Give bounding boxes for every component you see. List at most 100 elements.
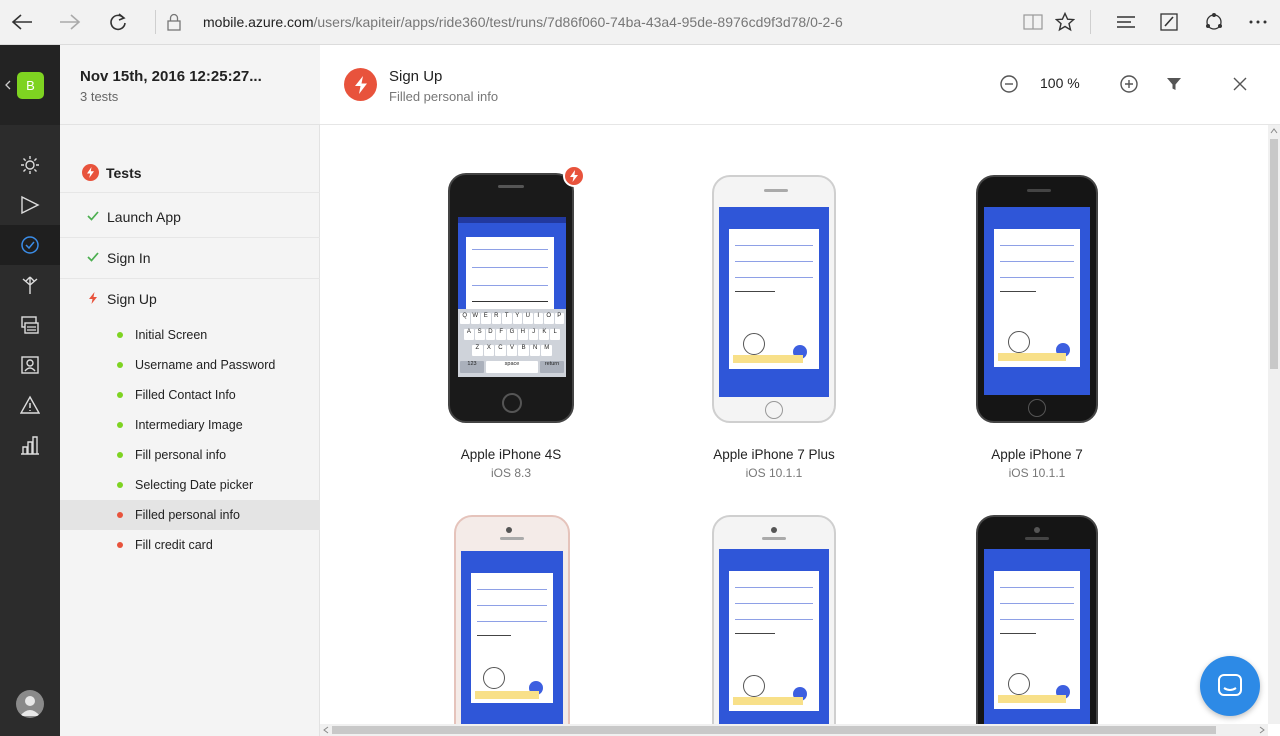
device-card-iphone-7[interactable]: Apple iPhone 7 iOS 10.1.1: [937, 173, 1137, 483]
device-frame: [976, 515, 1098, 724]
filter-icon[interactable]: [1163, 73, 1185, 95]
close-icon[interactable]: [1229, 73, 1251, 95]
run-title: Nov 15th, 2016 12:25:27...: [80, 68, 262, 85]
data-icon[interactable]: [0, 305, 60, 345]
device-frame: [712, 175, 836, 423]
step-row[interactable]: Initial Screen: [60, 320, 320, 350]
device-frame: [976, 175, 1098, 423]
status-dot: [117, 392, 123, 398]
test-label: Sign In: [107, 250, 151, 266]
horizontal-scroll-thumb[interactable]: [332, 726, 1216, 734]
address-bar[interactable]: mobile.azure.com/users/kapiteir/apps/rid…: [203, 14, 843, 30]
distribute-icon[interactable]: [0, 185, 60, 225]
run-subtitle: 3 tests: [80, 89, 119, 104]
status-dot: [117, 482, 123, 488]
device-name: Apple iPhone 7: [991, 447, 1083, 462]
zoom-level: 100 %: [1040, 75, 1080, 91]
tests-heading[interactable]: Tests: [60, 153, 320, 193]
device-card[interactable]: [937, 515, 1137, 724]
vertical-scroll-thumb[interactable]: [1270, 139, 1278, 369]
step-row[interactable]: Username and Password: [60, 350, 320, 380]
hub-icon[interactable]: [1110, 7, 1142, 37]
app-badge: B: [17, 72, 44, 99]
bolt-icon: [82, 164, 99, 181]
step-row[interactable]: Fill credit card: [60, 530, 320, 560]
step-label: Initial Screen: [135, 328, 208, 342]
test-row-sign-up[interactable]: Sign Up: [60, 279, 320, 320]
device-card-iphone-4s[interactable]: Q W E R T Y U I O P A S D F G H J K L Z …: [411, 165, 611, 483]
status-dot: [117, 422, 123, 428]
refresh-icon[interactable]: [102, 7, 134, 37]
reading-view-icon[interactable]: [1017, 7, 1049, 37]
share-icon[interactable]: [1198, 7, 1230, 37]
avatar[interactable]: [16, 690, 44, 718]
browser-toolbar: mobile.azure.com/users/kapiteir/apps/rid…: [0, 0, 1280, 45]
device-os: iOS 8.3: [490, 466, 532, 480]
step-header: Sign Up Filled personal info 100 %: [320, 45, 1280, 125]
chevron-left-icon: [5, 80, 11, 90]
scroll-left-icon[interactable]: [322, 726, 330, 734]
keyboard-row-2: A S D F G H J K L: [464, 329, 561, 340]
test-icon[interactable]: [0, 225, 60, 265]
vertical-scrollbar[interactable]: [1268, 125, 1280, 724]
step-row[interactable]: Intermediary Image: [60, 410, 320, 440]
device-screenshot: [984, 549, 1090, 724]
device-card[interactable]: [674, 515, 874, 724]
status-dot: [117, 512, 123, 518]
device-screenshot: [719, 207, 829, 397]
device-card[interactable]: [411, 515, 611, 724]
step-label: Fill personal info: [135, 448, 227, 462]
contacts-icon[interactable]: [0, 345, 60, 385]
failed-badge-icon: [563, 165, 585, 187]
device-screenshot: Q W E R T Y U I O P A S D F G H J K L Z …: [458, 217, 566, 377]
step-title: Sign Up: [389, 68, 443, 85]
favorite-star-icon[interactable]: [1049, 7, 1081, 37]
device-os: iOS 10.1.1: [1008, 466, 1066, 480]
web-note-icon[interactable]: [1153, 7, 1185, 37]
zoom-out-icon[interactable]: [998, 73, 1020, 95]
device-screenshot: [984, 207, 1090, 395]
app-nav: B: [0, 45, 60, 736]
back-icon[interactable]: [6, 7, 38, 37]
lock-icon: [158, 7, 190, 37]
build-icon[interactable]: [0, 145, 60, 185]
test-label: Launch App: [107, 209, 181, 225]
step-row[interactable]: Selecting Date picker: [60, 470, 320, 500]
step-row-selected[interactable]: Filled personal info: [60, 500, 320, 530]
scroll-up-icon[interactable]: [1270, 127, 1278, 135]
analytics-icon[interactable]: [0, 425, 60, 465]
keyboard: Q W E R T Y U I O P A S D F G H J K L Z …: [458, 309, 566, 377]
keyboard-row-1: Q W E R T Y U I O P: [460, 313, 564, 324]
scroll-right-icon[interactable]: [1258, 726, 1266, 734]
run-header: Nov 15th, 2016 12:25:27... 3 tests: [60, 45, 320, 125]
test-row-sign-in[interactable]: Sign In: [60, 238, 320, 279]
step-label: Filled Contact Info: [135, 388, 236, 402]
chat-icon: [1218, 674, 1242, 696]
tests-panel: Nov 15th, 2016 12:25:27... 3 tests Tests…: [60, 45, 320, 736]
step-label: Username and Password: [135, 358, 276, 372]
step-label: Fill credit card: [135, 538, 213, 552]
horizontal-scrollbar[interactable]: [320, 724, 1268, 736]
status-dot: [117, 362, 123, 368]
device-frame: Q W E R T Y U I O P A S D F G H J K L Z …: [448, 173, 574, 423]
keyboard-row-3: Z X C V B N M: [472, 345, 553, 356]
app-switcher[interactable]: B: [0, 45, 60, 125]
device-name: Apple iPhone 4S: [460, 447, 562, 462]
test-row-launch-app[interactable]: Launch App: [60, 197, 320, 238]
branch-icon[interactable]: [0, 265, 60, 305]
failed-bolt-icon: [344, 68, 377, 101]
crashes-icon[interactable]: [0, 385, 60, 425]
step-subtitle: Filled personal info: [389, 89, 499, 104]
device-screenshot: [461, 551, 563, 724]
zoom-in-icon[interactable]: [1118, 73, 1140, 95]
device-card-iphone-7-plus[interactable]: Apple iPhone 7 Plus iOS 10.1.1: [674, 173, 874, 483]
device-os: iOS 10.1.1: [745, 466, 803, 480]
step-row[interactable]: Fill personal info: [60, 440, 320, 470]
bolt-icon: [89, 292, 97, 304]
device-grid: Q W E R T Y U I O P A S D F G H J K L Z …: [320, 125, 1268, 724]
chat-button[interactable]: [1200, 656, 1260, 716]
status-dot: [117, 452, 123, 458]
step-row[interactable]: Filled Contact Info: [60, 380, 320, 410]
more-icon[interactable]: [1242, 7, 1274, 37]
forward-icon[interactable]: [54, 7, 86, 37]
